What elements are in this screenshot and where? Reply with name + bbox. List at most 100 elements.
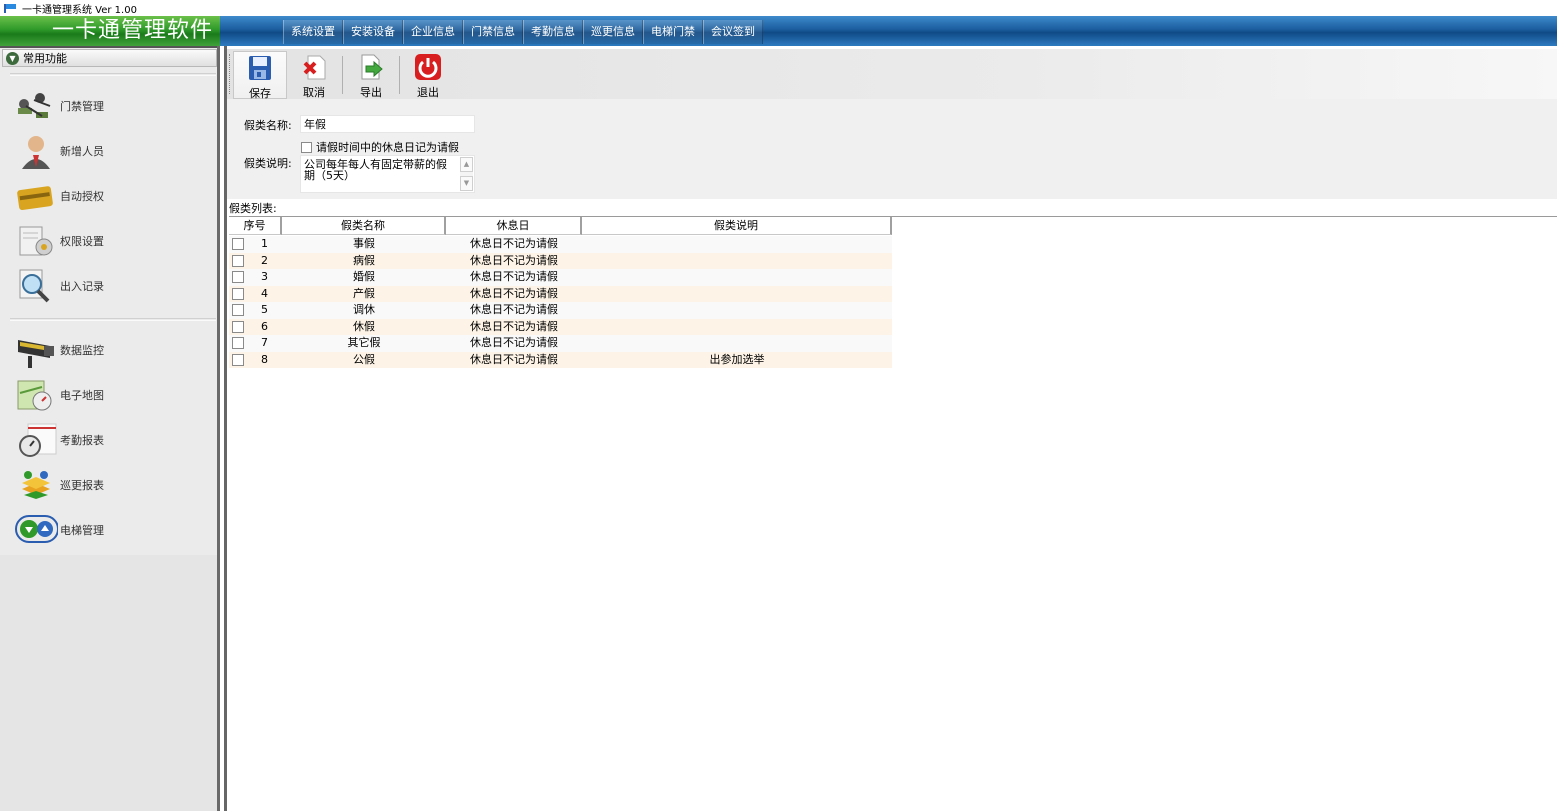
sidebar-item-elevator-management[interactable]: 电梯管理 [14,510,214,550]
save-button[interactable]: 保存 [233,51,287,100]
desc-scrollbar[interactable]: ▲ ▼ [460,157,473,191]
row-checkbox[interactable] [229,302,247,318]
col-no[interactable]: 序号 [229,217,282,235]
brand-title: 一卡通管理软件 [0,16,220,46]
row-name: 其它假 [347,336,381,350]
row-rest: 休息日不记为请假 [470,270,558,284]
col-rest-day[interactable]: 休息日 [446,217,582,235]
main-menu: 系统设置 安装设备 企业信息 门禁信息 考勤信息 巡更信息 电梯门禁 会议签到 [283,20,763,44]
scroll-down-icon[interactable]: ▼ [460,176,473,191]
leave-desc-textarea[interactable]: 公司每年每人有固定带薪的假期（5天） ▲ ▼ [300,155,475,193]
sidebar-empty-area [0,555,217,811]
menu-door-info[interactable]: 门禁信息 [463,20,523,44]
table-header: 序号 假类名称 休息日 假类说明 [229,217,892,235]
table-row[interactable]: 5 调休 休息日不记为请假 [229,302,892,319]
checkbox-icon[interactable] [232,271,244,284]
window-title: 一卡通管理系统 Ver 1.00 [22,4,137,16]
table-row[interactable]: 6 休假 休息日不记为请假 [229,318,892,335]
cancel-label: 取消 [303,86,325,99]
menu-patrol-info[interactable]: 巡更信息 [583,20,643,44]
menu-meeting-signin[interactable]: 会议签到 [703,20,763,44]
row-checkbox[interactable] [229,269,247,285]
toolbar: 保存 取消 导出 退出 [227,49,1557,100]
sidebar-item-attendance-report[interactable]: 考勤报表 [14,420,214,460]
card-icon [14,176,58,216]
col-name[interactable]: 假类名称 [282,217,446,235]
row-name: 调休 [353,303,375,317]
row-checkbox[interactable] [229,335,247,351]
sidebar-item-auto-authorize[interactable]: 自动授权 [14,176,214,216]
table-row[interactable]: 8 公假 休息日不记为请假 出参加选举 [229,351,892,368]
elevator-icon [14,510,59,550]
row-no: 2 [261,253,268,267]
table-row[interactable]: 2 病假 休息日不记为请假 [229,252,892,269]
toolbar-grip[interactable] [229,54,231,94]
collapse-icon[interactable]: ▼ [6,51,19,65]
menu-elevator-access[interactable]: 电梯门禁 [643,20,703,44]
leave-name-input[interactable] [300,115,475,133]
table-row[interactable]: 7 其它假 休息日不记为请假 [229,335,892,352]
row-name: 休假 [353,319,375,333]
checkbox-icon[interactable] [232,320,244,333]
sidebar-item-door-access[interactable]: 门禁管理 [14,86,214,126]
sidebar-header[interactable]: ▼ 常用功能 [2,49,217,67]
checkbox-icon[interactable] [232,353,244,366]
row-no: 5 [261,303,268,317]
row-rest: 休息日不记为请假 [470,352,558,366]
sidebar-item-permission-settings[interactable]: 权限设置 [14,221,214,261]
sidebar-item-add-person[interactable]: 新增人员 [14,131,214,171]
table-row[interactable]: 3 婚假 休息日不记为请假 [229,269,892,286]
toolbar-separator [342,56,343,94]
row-desc [582,286,892,302]
sidebar-item-label: 电子地图 [60,389,104,402]
rest-day-checkbox[interactable] [301,141,312,153]
sidebar-item-patrol-report[interactable]: 巡更报表 [14,465,214,505]
sidebar-divider [10,318,216,321]
sidebar-item-access-records[interactable]: 出入记录 [14,266,214,306]
export-button[interactable]: 导出 [344,51,398,99]
row-rest: 休息日不记为请假 [470,336,558,350]
row-checkbox[interactable] [229,319,247,335]
row-desc: 出参加选举 [709,352,765,366]
row-no: 7 [261,336,268,350]
sidebar-header-label: 常用功能 [23,52,67,65]
door-access-icon [14,86,58,126]
row-checkbox[interactable] [229,286,247,302]
sidebar-item-data-monitor[interactable]: 数据监控 [14,330,214,370]
checkbox-icon[interactable] [232,238,244,251]
menu-attendance-info[interactable]: 考勤信息 [523,20,583,44]
row-name: 产假 [353,286,375,300]
checkbox-icon[interactable] [232,287,244,300]
menu-install-devices[interactable]: 安装设备 [343,20,403,44]
col-description[interactable]: 假类说明 [582,217,892,235]
sidebar-frame [0,46,217,48]
cancel-button[interactable]: 取消 [287,51,341,99]
export-icon [357,53,385,81]
menu-system-settings[interactable]: 系统设置 [283,20,343,44]
window-titlebar: 一卡通管理系统 Ver 1.00 [0,0,1557,16]
row-checkbox[interactable] [229,352,247,368]
app-flag-icon [4,3,18,13]
cancel-icon [300,53,328,81]
export-label: 导出 [360,86,382,99]
record-search-icon [14,266,58,306]
permission-icon [14,221,58,261]
scroll-up-icon[interactable]: ▲ [460,157,473,172]
power-icon [414,53,442,81]
leave-type-table: 序号 假类名称 休息日 假类说明 1 事假 休息日不记为请假 2 病假 休息日不记为请假 3… [229,216,1557,811]
exit-button[interactable]: 退出 [401,51,455,99]
menu-company-info[interactable]: 企业信息 [403,20,463,44]
checkbox-icon[interactable] [232,337,244,350]
sidebar-item-electronic-map[interactable]: 电子地图 [14,375,214,415]
map-icon [14,375,58,415]
row-checkbox[interactable] [229,236,247,252]
row-name: 公假 [353,352,375,366]
row-checkbox[interactable] [229,253,247,269]
checkbox-icon[interactable] [232,304,244,317]
checkbox-icon[interactable] [232,254,244,267]
sidebar-item-label: 巡更报表 [60,479,104,492]
rest-day-checkbox-row[interactable]: 请假时间中的休息日记为请假 [301,139,459,155]
table-row[interactable]: 4 产假 休息日不记为请假 [229,285,892,302]
row-rest: 休息日不记为请假 [470,253,558,267]
table-row[interactable]: 1 事假 休息日不记为请假 [229,236,892,253]
